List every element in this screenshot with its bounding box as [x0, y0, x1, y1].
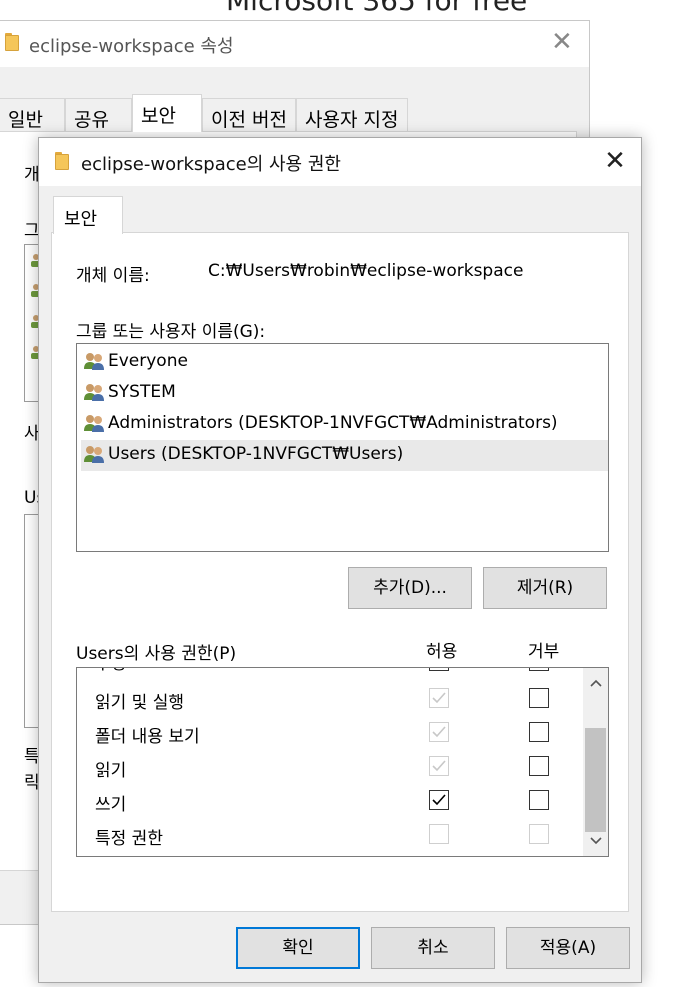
- allow-checkbox[interactable]: [429, 667, 449, 671]
- folder-icon: [55, 152, 69, 170]
- user-list[interactable]: Everyone SYSTEM Administrators (DESKTOP-…: [76, 343, 609, 552]
- allow-checkbox[interactable]: [429, 790, 449, 810]
- deny-checkbox[interactable]: [529, 790, 549, 810]
- allow-checkbox: [429, 688, 449, 708]
- properties-title: eclipse-workspace 속성: [29, 36, 234, 57]
- permission-name: 읽기 및 실행: [95, 693, 185, 713]
- allow-checkbox: [429, 756, 449, 776]
- chevron-down-icon: [589, 837, 602, 845]
- remove-button[interactable]: 제거(R): [483, 567, 607, 609]
- permission-scrollbar[interactable]: [583, 668, 608, 856]
- tab-customize[interactable]: 사용자 지정: [296, 98, 408, 132]
- deny-checkbox[interactable]: [529, 722, 549, 742]
- user-group-icon: [84, 384, 104, 401]
- permissions-dialog: eclipse-workspace의 사용 권한 ✕ 보안 개체 이름: C:₩…: [38, 137, 642, 983]
- close-icon[interactable]: ✕: [551, 27, 573, 57]
- background-heading: Microsoft 365 for free: [226, 0, 546, 12]
- object-name-value: C:₩Users₩robin₩eclipse-workspace: [208, 261, 524, 281]
- checkmark-icon: [432, 692, 446, 704]
- permission-name: 읽기: [95, 761, 127, 781]
- permission-name: 특정 권한: [95, 829, 163, 849]
- group-user-label: 그룹 또는 사용자 이름(G):: [76, 322, 266, 342]
- allow-checkbox: [429, 824, 449, 844]
- permission-row-read: 읽기: [77, 751, 583, 785]
- user-group-icon: [84, 353, 104, 370]
- checkmark-icon: [431, 667, 447, 669]
- user-row-users[interactable]: Users (DESKTOP-1NVFGCT₩Users): [81, 440, 608, 471]
- user-name: SYSTEM: [108, 382, 176, 402]
- tab-general[interactable]: 일반: [0, 98, 65, 132]
- user-row-administrators[interactable]: Administrators (DESKTOP-1NVFGCT₩Administ…: [81, 409, 608, 440]
- permission-list[interactable]: 수정 읽기 및 실행 폴더 내용 보기: [76, 667, 609, 857]
- object-name-label: 개체 이름:: [76, 266, 150, 286]
- deny-header: 거부: [528, 642, 560, 662]
- checkmark-icon: [432, 726, 446, 738]
- chevron-up-icon: [589, 679, 602, 687]
- deny-checkbox: [529, 824, 549, 844]
- checkmark-icon: [432, 794, 446, 806]
- tab-security[interactable]: 보안: [132, 94, 202, 132]
- scroll-down-button[interactable]: [583, 828, 608, 856]
- user-row-everyone[interactable]: Everyone: [81, 347, 608, 378]
- permission-row-write: 쓰기: [77, 785, 583, 819]
- permission-name: 쓰기: [95, 795, 127, 815]
- folder-icon: [5, 33, 19, 51]
- permission-row-special: 특정 권한: [77, 819, 583, 853]
- permission-row-modify: 수정: [77, 667, 583, 678]
- permission-row-read-execute: 읽기 및 실행: [77, 683, 583, 717]
- security-page: 개체 이름: C:₩Users₩robin₩eclipse-workspace …: [51, 232, 629, 912]
- cancel-button[interactable]: 취소: [371, 927, 495, 969]
- user-group-icon: [84, 446, 104, 463]
- checkmark-icon: [432, 760, 446, 772]
- tab-security[interactable]: 보안: [53, 196, 123, 234]
- scroll-thumb[interactable]: [585, 728, 606, 832]
- ok-button[interactable]: 확인: [236, 927, 360, 969]
- deny-checkbox[interactable]: [529, 756, 549, 776]
- user-name: Everyone: [108, 351, 188, 371]
- allow-header: 허용: [426, 642, 458, 662]
- scroll-up-button[interactable]: [583, 670, 608, 698]
- properties-titlebar: eclipse-workspace 속성 ✕: [0, 21, 589, 67]
- deny-checkbox[interactable]: [529, 668, 549, 671]
- user-row-system[interactable]: SYSTEM: [81, 378, 608, 409]
- user-name: Users (DESKTOP-1NVFGCT₩Users): [108, 444, 404, 464]
- permission-name: 수정: [95, 668, 126, 674]
- dialog-titlebar: eclipse-workspace의 사용 권한 ✕: [39, 138, 641, 186]
- permissions-label: Users의 사용 권한(P): [76, 644, 237, 664]
- deny-checkbox[interactable]: [529, 688, 549, 708]
- tab-sharing[interactable]: 공유: [65, 98, 132, 132]
- add-button[interactable]: 추가(D)...: [348, 567, 472, 609]
- allow-checkbox: [429, 722, 449, 742]
- permission-row-list-folder: 폴더 내용 보기: [77, 717, 583, 751]
- user-name: Administrators (DESKTOP-1NVFGCT₩Administ…: [108, 413, 558, 433]
- user-group-icon: [84, 415, 104, 432]
- apply-button[interactable]: 적용(A): [506, 927, 630, 969]
- permission-name: 폴더 내용 보기: [95, 727, 200, 747]
- close-icon[interactable]: ✕: [599, 146, 631, 178]
- tab-previous-versions[interactable]: 이전 버전: [202, 98, 296, 132]
- dialog-title: eclipse-workspace의 사용 권한: [81, 154, 341, 175]
